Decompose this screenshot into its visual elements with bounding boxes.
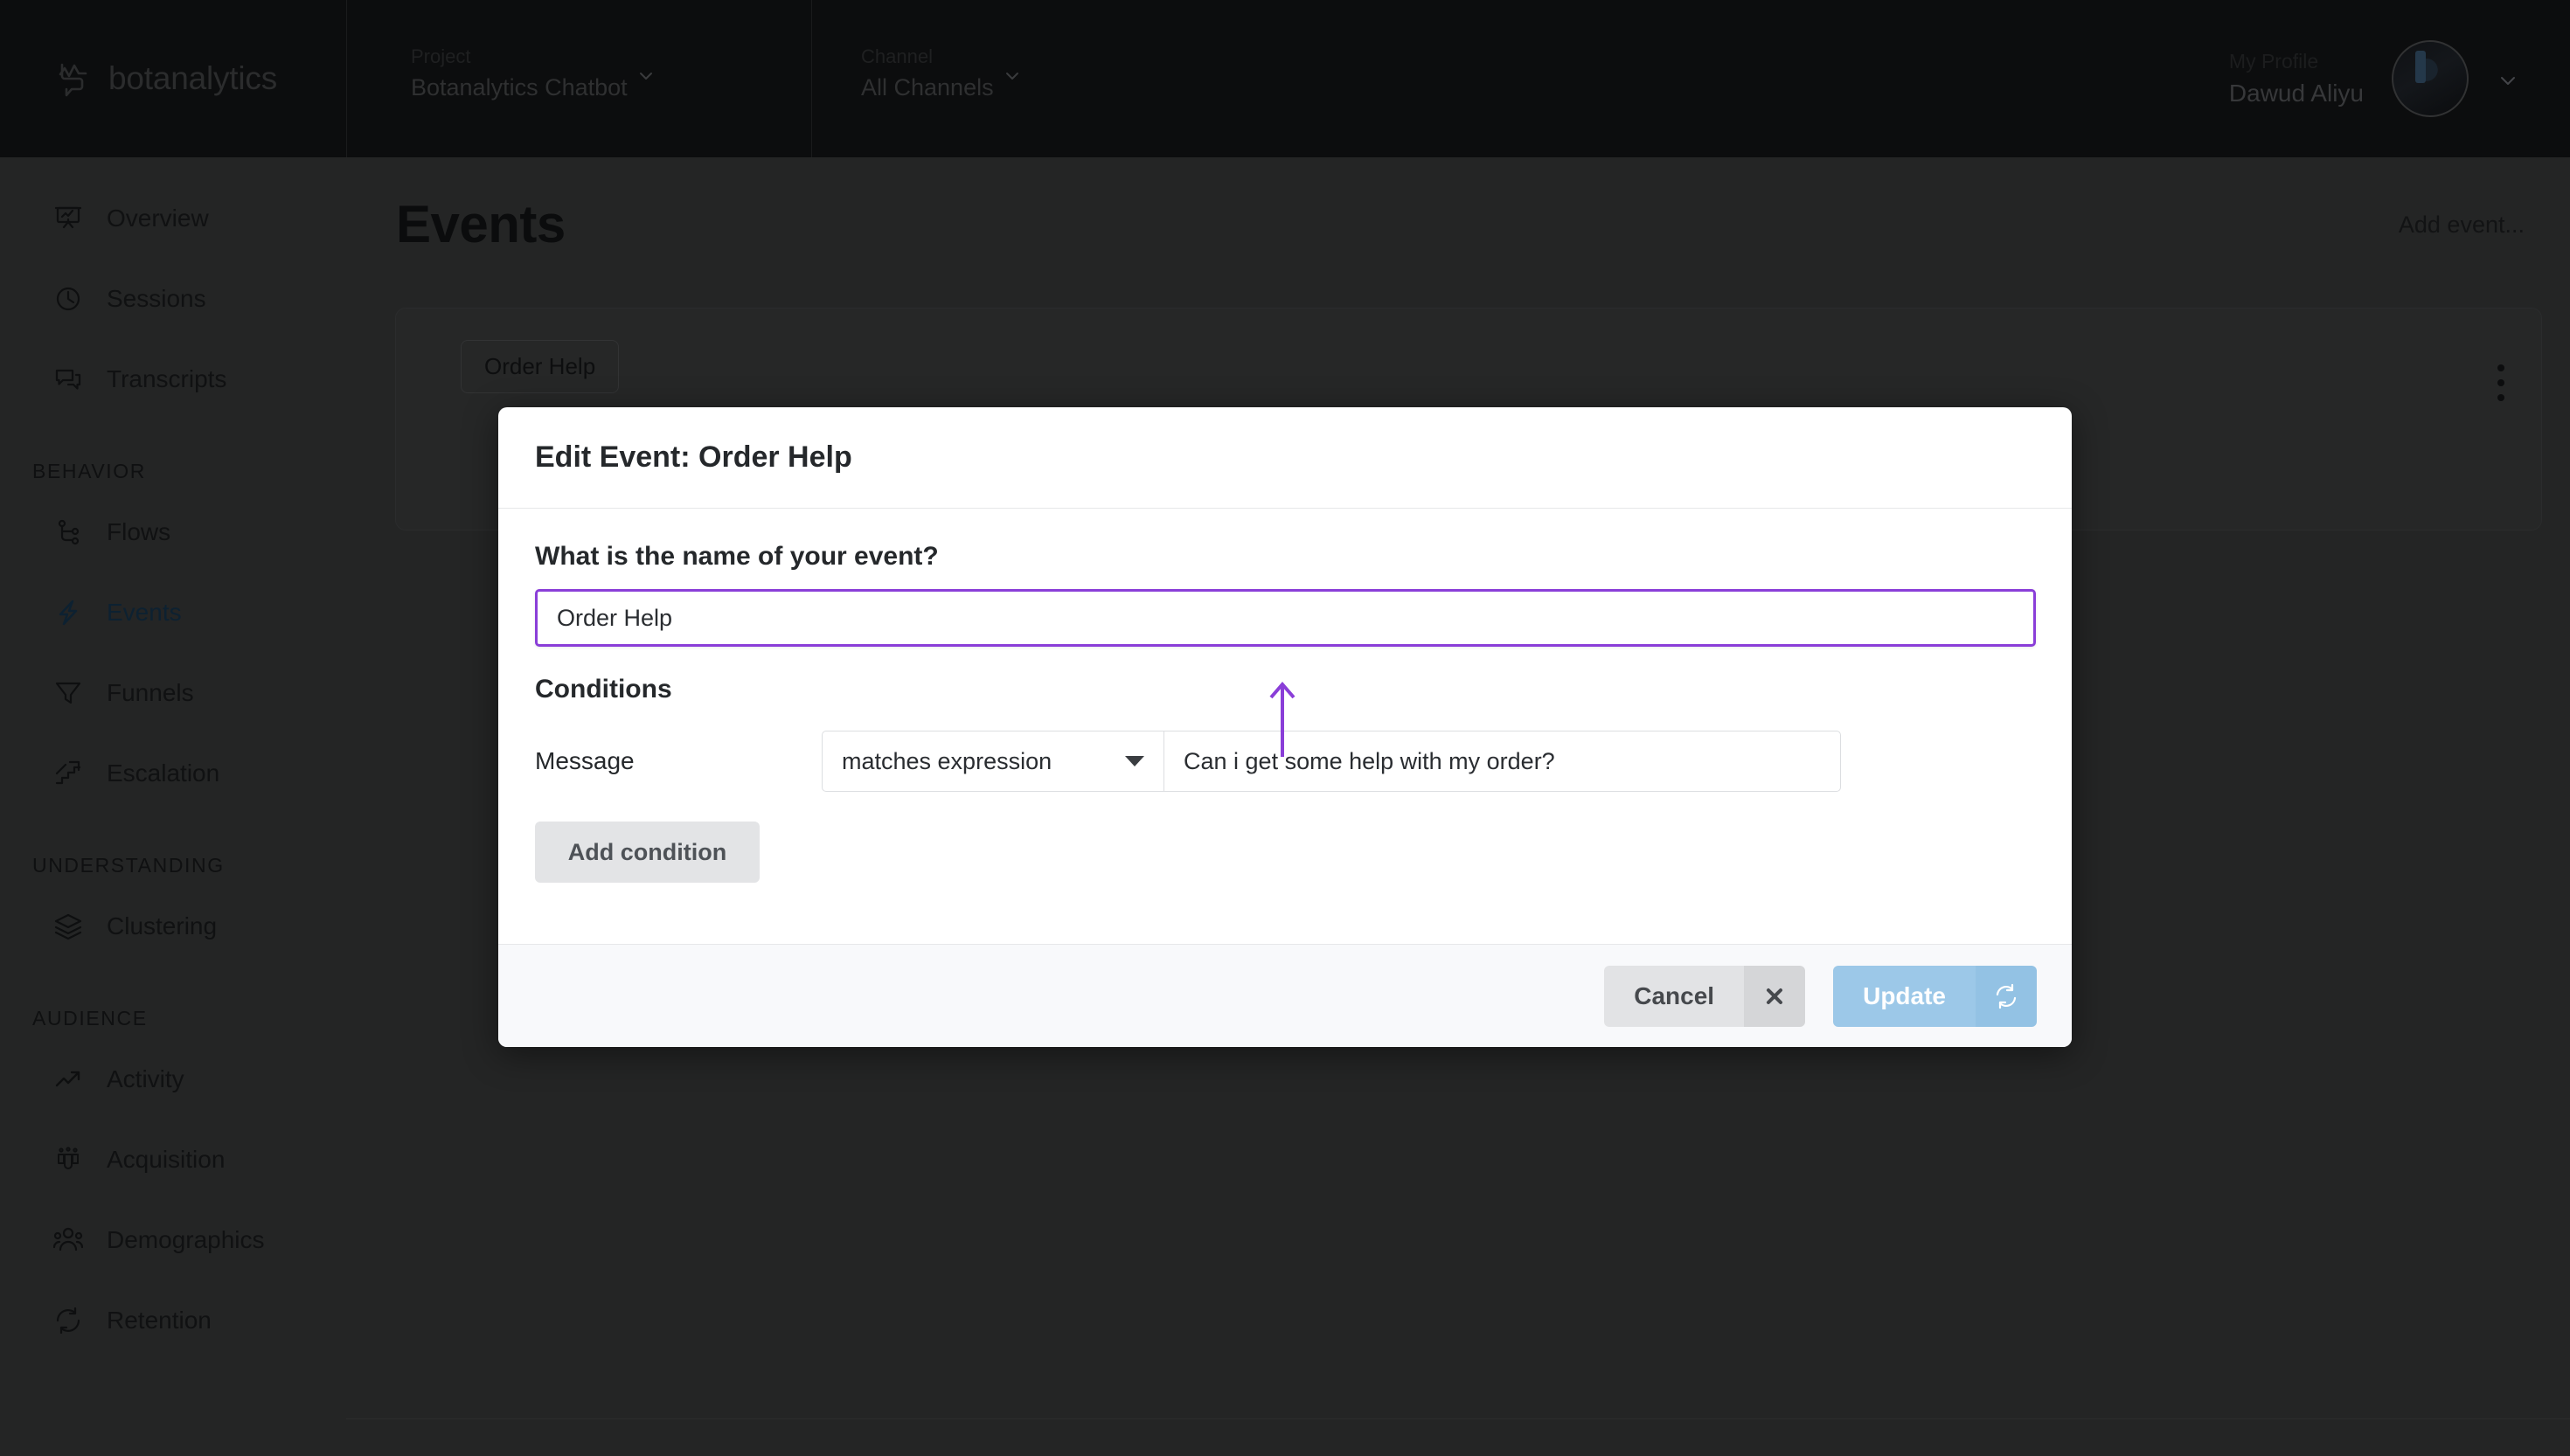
channel-caption: Channel [861, 45, 933, 67]
sidebar-item-label: Flows [107, 518, 171, 545]
profile-name: Dawud Aliyu [2228, 80, 2364, 107]
sidebar-item-acquisition[interactable]: Acquisition [0, 1120, 346, 1200]
people-group-icon [52, 1224, 84, 1256]
avatar [2392, 40, 2469, 117]
sidebar-item-label: Activity [107, 1065, 184, 1092]
event-name-label: What is the name of your event? [535, 542, 939, 571]
event-chip-order-help[interactable]: Order Help [461, 340, 620, 393]
topbar-divider-1 [346, 0, 347, 157]
condition-value-input[interactable]: Can i get some help with my order? [1163, 731, 1841, 792]
refresh-icon [1976, 965, 2037, 1027]
caret-down-icon [1125, 756, 1144, 766]
sidebar-item-transcripts[interactable]: Transcripts [0, 339, 346, 419]
cancel-button-label: Cancel [1604, 965, 1745, 1027]
chevron-down-icon [1003, 66, 1022, 86]
sidebar-item-label: Funnels [107, 679, 194, 706]
update-button[interactable]: Update [1833, 965, 2037, 1027]
kebab-dot [2497, 394, 2504, 401]
sidebar-item-activity[interactable]: Activity [0, 1039, 346, 1120]
topbar-divider-2 [811, 0, 812, 157]
sidebar-item-label: Escalation [107, 759, 220, 787]
close-x-icon [1744, 965, 1806, 1027]
more-vertical-icon[interactable] [2497, 364, 2504, 401]
stairs-arrow-icon [52, 758, 84, 789]
sidebar-item-demographics[interactable]: Demographics [0, 1200, 346, 1280]
cancel-button[interactable]: Cancel [1604, 965, 1806, 1027]
refresh-cycle-icon [52, 1305, 84, 1336]
sidebar-item-retention[interactable]: Retention [0, 1280, 346, 1361]
lightning-bolt-icon [52, 597, 84, 628]
event-name-input[interactable]: Order Help [535, 589, 2036, 647]
add-event-button[interactable]: Add event... [2399, 211, 2525, 239]
sidebar-item-label: Transcripts [107, 365, 227, 392]
sidebar-item-label: Retention [107, 1307, 212, 1334]
content-bottom-divider [346, 1418, 2570, 1419]
sidebar-section-audience: AUDIENCE [32, 1007, 148, 1030]
conditions-heading: Conditions [535, 675, 672, 704]
project-caption: Project [411, 45, 471, 67]
clock-icon [52, 283, 84, 315]
funnel-icon [52, 677, 84, 709]
sidebar-item-sessions[interactable]: Sessions [0, 259, 346, 339]
sidebar-item-label: Clustering [107, 912, 218, 939]
top-bar: botanalytics Project Botanalytics Chatbo… [0, 0, 2570, 157]
sidebar-item-flows[interactable]: Flows [0, 492, 346, 572]
sidebar-item-label: Events [107, 599, 182, 626]
profile-caption: My Profile [2228, 50, 2319, 73]
botanalytics-logo-icon [54, 59, 94, 99]
trending-up-icon [52, 1064, 84, 1095]
chevron-down-icon [636, 66, 656, 86]
modal-header: Edit Event: Order Help [498, 407, 2072, 509]
chevron-down-icon[interactable] [2497, 69, 2516, 88]
sidebar-item-funnels[interactable]: Funnels [0, 653, 346, 733]
sidebar-item-clustering[interactable]: Clustering [0, 886, 346, 967]
channel-selector[interactable]: Channel All Channels [861, 45, 1022, 101]
kebab-dot [2497, 364, 2504, 371]
magnet-people-icon [52, 1144, 84, 1175]
project-selector[interactable]: Project Botanalytics Chatbot [411, 45, 656, 101]
condition-row: Message matches expression Can i get som… [535, 731, 2035, 792]
kebab-dot [2497, 379, 2504, 386]
brand-logo[interactable]: botanalytics [0, 0, 346, 157]
presentation-chart-icon [52, 203, 84, 234]
sidebar-item-label: Sessions [107, 285, 206, 312]
sidebar-item-escalation[interactable]: Escalation [0, 733, 346, 814]
modal-footer: Cancel Update [498, 944, 2072, 1047]
update-button-label: Update [1833, 965, 1976, 1027]
modal-body: What is the name of your event? Order He… [498, 509, 2072, 883]
condition-field-label: Message [535, 747, 635, 774]
condition-operator-value: matches expression [842, 747, 1052, 774]
sidebar-item-events[interactable]: Events [0, 572, 346, 653]
sidebar-item-label: Acquisition [107, 1146, 226, 1173]
layers-icon [52, 911, 84, 942]
chat-bubbles-icon [52, 364, 84, 395]
sidebar-item-label: Demographics [107, 1226, 265, 1253]
page-title: Events [396, 195, 566, 253]
sidebar: Overview Sessions Transcripts BEHAVIOR F… [0, 157, 346, 1456]
edit-event-modal: Edit Event: Order Help What is the name … [498, 407, 2072, 1047]
sidebar-section-behavior: BEHAVIOR [32, 460, 146, 482]
modal-title: Edit Event: Order Help [535, 440, 852, 474]
sidebar-item-label: Overview [107, 205, 209, 232]
sidebar-section-understanding: UNDERSTANDING [32, 854, 225, 877]
channel-value: All Channels [861, 74, 994, 101]
project-value: Botanalytics Chatbot [411, 74, 628, 101]
flow-nodes-icon [52, 517, 84, 548]
add-condition-button[interactable]: Add condition [535, 822, 760, 883]
profile-menu[interactable]: My Profile Dawud Aliyu [2229, 0, 2570, 157]
condition-operator-select[interactable]: matches expression [822, 731, 1164, 792]
brand-name: botanalytics [108, 60, 277, 96]
sidebar-item-overview[interactable]: Overview [0, 178, 346, 259]
